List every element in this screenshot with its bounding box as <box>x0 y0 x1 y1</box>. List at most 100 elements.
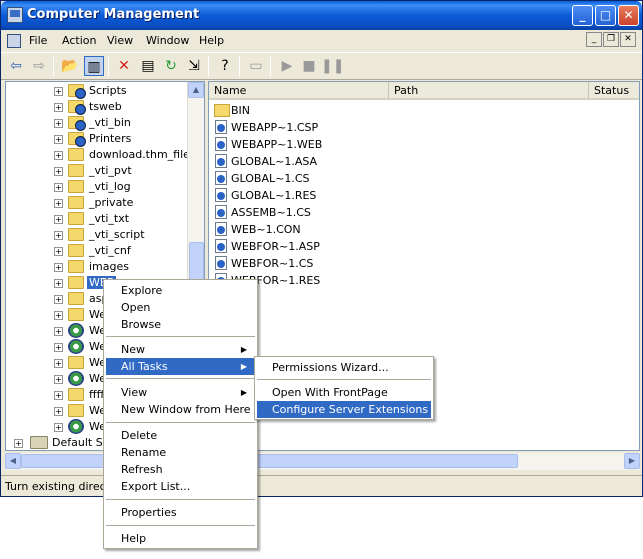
list-item[interactable]: BIN <box>211 102 411 119</box>
expand-icon[interactable]: + <box>54 231 63 240</box>
expand-icon[interactable]: + <box>54 423 63 432</box>
pause-icon[interactable]: ❚❚ <box>321 56 344 76</box>
expand-icon[interactable]: + <box>54 151 63 160</box>
expand-icon[interactable]: + <box>54 199 63 208</box>
tree-item[interactable]: + _vti_bin <box>6 115 196 131</box>
tree-item[interactable]: + Printers <box>6 131 196 147</box>
main-window: Computer Management _ □ ✕ File Action Vi… <box>0 0 643 497</box>
expand-icon[interactable]: + <box>54 311 63 320</box>
console-icon[interactable] <box>7 34 21 48</box>
menu-view[interactable]: View <box>107 34 133 47</box>
properties-icon[interactable]: ▤ <box>138 56 158 76</box>
horizontal-scrollbar[interactable]: ◀ ▶ <box>5 453 640 470</box>
show-hide-tree-icon[interactable]: ▥ <box>84 56 104 76</box>
menu-action[interactable]: Action <box>62 34 96 47</box>
toolbar-separator <box>239 56 240 76</box>
delete-icon[interactable]: ✕ <box>114 56 134 76</box>
menu-file[interactable]: File <box>29 34 47 47</box>
title-bar[interactable]: Computer Management _ □ ✕ <box>1 1 642 30</box>
scroll-left-arrow-icon[interactable]: ◀ <box>5 453 21 469</box>
expand-icon[interactable]: + <box>54 215 63 224</box>
list-item[interactable]: WEBFOR~1.ASP <box>211 238 411 255</box>
scroll-up-arrow-icon[interactable]: ▲ <box>188 82 204 98</box>
list-item[interactable]: GLOBAL~1.RES <box>211 187 411 204</box>
menu-item-properties[interactable]: Properties <box>106 504 255 521</box>
expand-icon[interactable]: + <box>54 103 63 112</box>
up-folder-icon[interactable]: 📂 <box>60 56 80 76</box>
expand-icon[interactable]: + <box>54 135 63 144</box>
expand-icon[interactable]: + <box>54 119 63 128</box>
list-item[interactable]: WEBFOR~1.CS <box>211 255 411 272</box>
scroll-right-arrow-icon[interactable]: ▶ <box>624 453 640 469</box>
menu-help[interactable]: Help <box>199 34 224 47</box>
menu-item-open[interactable]: Open <box>106 299 255 316</box>
list-item[interactable]: GLOBAL~1.ASA <box>211 153 411 170</box>
list-item[interactable]: ASSEMB~1.CS <box>211 204 411 221</box>
mdi-minimize-button[interactable]: _ <box>586 32 602 47</box>
horizontal-scroll-thumb[interactable] <box>21 454 518 468</box>
tree-item[interactable]: + tsweb <box>6 99 196 115</box>
expand-icon[interactable]: + <box>54 343 63 352</box>
expand-icon[interactable]: + <box>54 183 63 192</box>
menu-item-refresh[interactable]: Refresh <box>106 461 255 478</box>
menu-item-help[interactable]: Help <box>106 530 255 547</box>
maximize-button[interactable]: □ <box>595 5 616 26</box>
menu-item-permissions-wizard[interactable]: Permissions Wizard... <box>257 359 431 376</box>
expand-icon[interactable]: + <box>54 391 63 400</box>
export-list-icon[interactable]: ⇲ <box>184 56 204 76</box>
tree-item[interactable]: + _vti_pvt <box>6 163 196 179</box>
menu-item-open-with-frontpage[interactable]: Open With FrontPage <box>257 384 431 401</box>
tree-item[interactable]: + _private <box>6 195 196 211</box>
expand-icon[interactable]: + <box>54 87 63 96</box>
stop-icon[interactable]: ■ <box>299 56 319 76</box>
expand-icon[interactable]: + <box>54 263 63 272</box>
expand-icon[interactable]: + <box>54 359 63 368</box>
tree-item[interactable]: + _vti_txt <box>6 211 196 227</box>
expand-icon[interactable]: + <box>14 439 23 448</box>
menu-item-new-window[interactable]: New Window from Here <box>106 401 255 418</box>
tree-item[interactable]: + download.thm_files <box>6 147 196 163</box>
tree-item[interactable]: + _vti_log <box>6 179 196 195</box>
tree-item[interactable]: + images <box>6 259 196 275</box>
menu-item-explore[interactable]: Explore <box>106 282 255 299</box>
list-item[interactable]: WEB~1.CON <box>211 221 411 238</box>
help-icon[interactable]: ? <box>215 56 235 76</box>
column-header-name[interactable]: Name <box>209 82 389 100</box>
mdi-restore-button[interactable]: ❐ <box>603 32 619 47</box>
menu-item-export-list[interactable]: Export List... <box>106 478 255 495</box>
tree-scroll-thumb[interactable] <box>189 242 204 282</box>
menu-item-view[interactable]: View ▶ <box>106 384 255 401</box>
back-arrow-icon[interactable]: ⇦ <box>6 56 26 76</box>
column-header-path[interactable]: Path <box>389 82 589 100</box>
menu-item-all-tasks[interactable]: All Tasks ▶ <box>106 358 255 375</box>
expand-icon[interactable]: + <box>54 167 63 176</box>
expand-icon[interactable]: + <box>54 327 63 336</box>
mdi-close-button[interactable]: ✕ <box>620 32 636 47</box>
tree-item[interactable]: + _vti_cnf <box>6 243 196 259</box>
list-item[interactable]: GLOBAL~1.CS <box>211 170 411 187</box>
expand-icon[interactable]: + <box>54 247 63 256</box>
play-icon[interactable]: ▶ <box>277 56 297 76</box>
menu-item-configure-server-extensions[interactable]: Configure Server Extensions <box>257 401 431 418</box>
menu-item-browse[interactable]: Browse <box>106 316 255 333</box>
minimize-button[interactable]: _ <box>572 5 593 26</box>
expand-icon[interactable]: + <box>54 279 63 288</box>
list-item[interactable]: WEBAPP~1.CSP <box>211 119 411 136</box>
computer-management-icon[interactable] <box>7 7 23 23</box>
forward-arrow-icon[interactable]: ⇨ <box>29 56 49 76</box>
column-header-status[interactable]: Status <box>589 82 639 100</box>
expand-icon[interactable]: + <box>54 375 63 384</box>
close-button[interactable]: ✕ <box>618 5 639 26</box>
menu-item-delete[interactable]: Delete <box>106 427 255 444</box>
computer-icon[interactable]: ▭ <box>246 56 266 76</box>
expand-icon[interactable]: + <box>54 295 63 304</box>
tree-item[interactable]: + _vti_script <box>6 227 196 243</box>
file-icon <box>215 239 227 253</box>
menu-item-new[interactable]: New ▶ <box>106 341 255 358</box>
expand-icon[interactable]: + <box>54 407 63 416</box>
menu-window[interactable]: Window <box>146 34 189 47</box>
list-item[interactable]: WEBAPP~1.WEB <box>211 136 411 153</box>
refresh-icon[interactable]: ↻ <box>161 56 181 76</box>
tree-item[interactable]: + Scripts <box>6 83 196 99</box>
menu-item-rename[interactable]: Rename <box>106 444 255 461</box>
